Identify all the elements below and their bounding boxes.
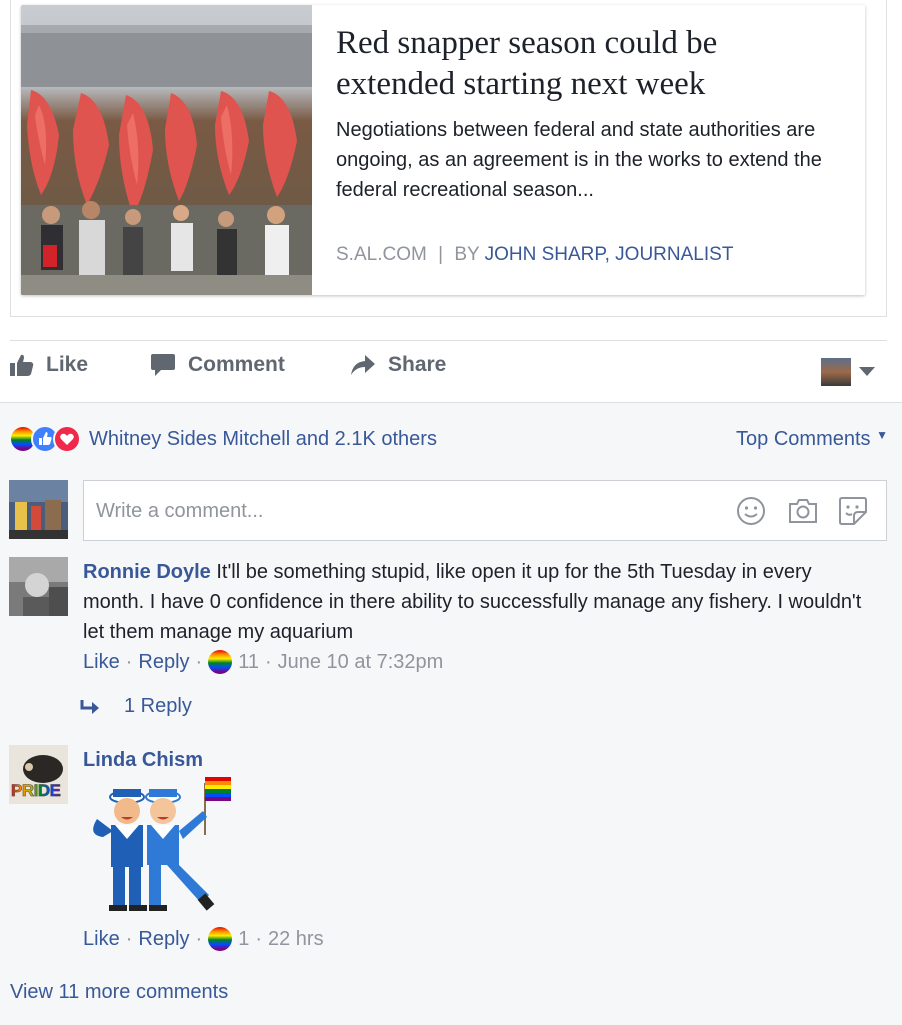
article-title[interactable]: Red snapper season could be extended sta… <box>336 23 836 105</box>
sort-caret-icon: ▼ <box>876 428 888 442</box>
article-source: S.AL.COM <box>336 244 427 265</box>
pride-avatar-text: PRIDE <box>11 781 62 801</box>
comment-input-box[interactable] <box>83 480 887 541</box>
comment-author-link[interactable]: Linda Chism <box>83 749 203 771</box>
speech-bubble-icon <box>151 354 175 376</box>
meta-dot: · <box>125 927 133 950</box>
comment-sort-dropdown[interactable]: Top Comments ▼ <box>736 428 888 451</box>
meta-dot: · <box>125 650 133 673</box>
meta-dot: · <box>255 927 262 950</box>
article-author-link[interactable]: JOHN SHARP, JOURNALIST <box>485 244 734 265</box>
comment-reply-link[interactable]: Reply <box>138 928 189 951</box>
like-button[interactable]: Like <box>10 353 88 377</box>
comment-text-block: Ronnie Doyle It'll be something stupid, … <box>83 557 873 647</box>
reply-arrow-icon <box>80 699 99 714</box>
commenter-avatar[interactable]: PRIDE <box>9 745 68 804</box>
comment-meta: Like · Reply · 11 · June 10 at 7:32pm <box>83 650 443 674</box>
share-label: Share <box>388 353 447 376</box>
view-more-comments-link[interactable]: View 11 more comments <box>10 981 228 1004</box>
article-meta: S.AL.COM | BY JOHN SHARP, JOURNALIST <box>336 244 733 266</box>
comment-text-block: Linda Chism <box>83 745 203 775</box>
reactions-text[interactable]: Whitney Sides Mitchell and 2.1K others <box>89 428 437 451</box>
sticker-icon[interactable] <box>838 496 868 526</box>
article-description: Negotiations between federal and state a… <box>336 119 822 201</box>
view-replies-link[interactable]: 1 Reply <box>80 695 192 718</box>
commenter-avatar[interactable] <box>9 557 68 616</box>
comment-like-link[interactable]: Like <box>83 651 120 674</box>
meta-separator: | <box>438 244 444 265</box>
meta-dot: · <box>195 650 203 673</box>
comment-reaction-count[interactable]: 1 <box>238 928 249 951</box>
comment-reply-link[interactable]: Reply <box>138 651 189 674</box>
sailor-pride-sticker[interactable] <box>83 775 233 923</box>
comment-like-link[interactable]: Like <box>83 928 120 951</box>
camera-icon[interactable] <box>787 496 819 526</box>
comments-section: Whitney Sides Mitchell and 2.1K others T… <box>0 402 902 1025</box>
like-label: Like <box>46 353 89 376</box>
audience-selector[interactable] <box>821 358 875 386</box>
thumbs-up-icon <box>10 354 34 376</box>
love-reaction-icon <box>53 425 81 453</box>
share-button[interactable]: Share <box>350 353 446 377</box>
comment-timestamp[interactable]: 22 hrs <box>268 928 324 951</box>
pride-reaction-icon <box>208 650 233 674</box>
comment-meta: Like · Reply · 1 · 22 hrs <box>83 927 324 951</box>
comment-timestamp[interactable]: June 10 at 7:32pm <box>278 651 444 674</box>
article-thumbnail[interactable] <box>21 5 312 295</box>
share-arrow-icon <box>351 355 375 375</box>
meta-dot: · <box>264 650 272 673</box>
comment-input[interactable] <box>94 495 698 527</box>
reactions-summary[interactable]: Whitney Sides Mitchell and 2.1K others <box>9 425 437 453</box>
post-action-bar: Like Comment Share <box>10 340 887 401</box>
meta-dot: · <box>195 927 203 950</box>
caret-down-icon <box>859 367 875 376</box>
by-prefix: BY <box>454 244 480 265</box>
link-preview-card[interactable]: Red snapper season could be extended sta… <box>21 5 865 295</box>
emoji-icon[interactable] <box>736 496 766 526</box>
sort-label: Top Comments <box>736 428 871 450</box>
replies-count-label: 1 Reply <box>124 695 192 717</box>
current-user-avatar[interactable] <box>9 480 68 539</box>
comment-author-link[interactable]: Ronnie Doyle <box>83 561 211 583</box>
comment-label: Comment <box>188 353 285 376</box>
comment-button[interactable]: Comment <box>150 353 285 377</box>
pride-reaction-icon <box>208 927 233 951</box>
comment-reaction-count[interactable]: 11 <box>238 651 259 674</box>
page-avatar-small <box>821 358 851 386</box>
